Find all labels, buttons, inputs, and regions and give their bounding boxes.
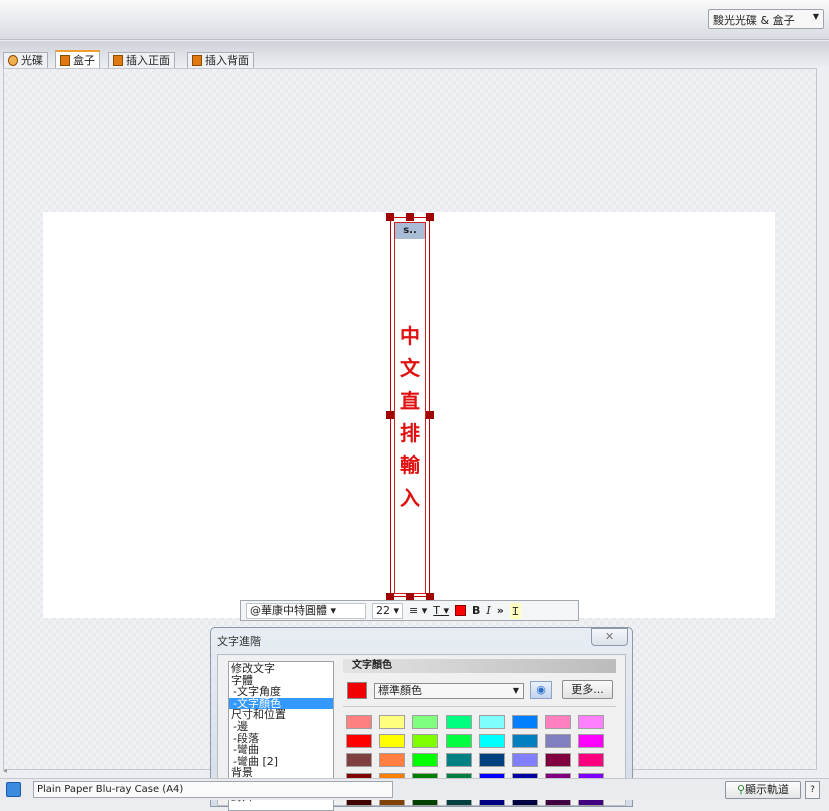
text-box-label: s.. [395,223,425,239]
box-icon [60,54,70,66]
more-colors-button[interactable]: 更多... [562,680,613,699]
palette-select[interactable]: 標準顏色 ▼ [374,683,524,699]
resize-handle[interactable] [386,411,394,419]
text-color-button[interactable] [455,605,467,616]
color-swatch[interactable] [512,715,538,729]
color-swatch[interactable] [545,715,572,729]
current-color-swatch [347,682,367,699]
font-size-value: 22 [376,603,390,617]
top-bar: 黢光光碟 & 盒子 ▼ [0,0,829,40]
color-swatch[interactable] [512,753,538,767]
disc-icon [8,55,18,66]
color-swatch[interactable] [445,734,472,748]
palette-value: 標準顏色 [378,684,422,697]
insert-back-icon [192,55,202,66]
italic-button[interactable]: I [486,604,490,617]
more-button[interactable]: » [497,604,504,617]
resize-handle[interactable] [426,411,434,419]
tree-item[interactable]: 修改文字 [229,663,333,675]
color-swatch[interactable] [346,734,372,748]
resize-handle[interactable] [406,213,414,221]
color-swatch[interactable] [379,753,406,767]
tab-label: 插入背面 [205,54,249,67]
track-icon: ⚲ [736,783,746,796]
color-swatch[interactable] [512,734,538,748]
close-button[interactable]: ✕ [591,628,628,646]
font-value: @華康中特圓體 [250,603,327,617]
tab-box[interactable]: 盒子 [55,50,100,68]
palette-icon[interactable]: ◉ [530,681,552,699]
tab-label: 光碟 [21,54,43,67]
tab-insert-front[interactable]: 插入正面 [108,52,175,68]
status-bar: Plain Paper Blu-ray Case (A4) ⚲顯示軌道 ? [0,778,829,800]
color-swatch[interactable] [445,715,472,729]
help-icon[interactable]: ? [805,781,820,799]
show-track-label: 顯示軌道 [745,783,790,796]
chevron-down-icon: ▼ [512,686,519,695]
color-swatch[interactable] [545,734,572,748]
resize-handle[interactable] [386,213,394,221]
format-toolbar: @華康中特圓體 ▾ 22 ▾ ≡ ▾ T ▾ B I » Ｉ [240,600,579,621]
back-arrow-icon[interactable] [6,782,21,797]
tab-disc[interactable]: 光碟 [3,52,48,68]
preset-dropdown[interactable]: 黢光光碟 & 盒子 ▼ [708,9,824,29]
horizontal-scrollbar[interactable]: ◂ [3,766,817,776]
vertical-text-char: 輸 [400,453,420,478]
align-icon[interactable]: ≡ ▾ [409,604,427,617]
color-swatch[interactable] [478,753,505,767]
bold-button[interactable]: B [472,604,480,617]
color-swatch[interactable] [379,715,406,729]
color-swatch[interactable] [346,753,372,767]
resize-handle[interactable] [426,213,434,221]
show-track-button[interactable]: ⚲顯示軌道 [725,781,801,799]
color-swatch[interactable] [578,753,605,767]
chevron-down-icon: ▼ [812,12,819,21]
vertical-text-char: 直 [400,388,420,413]
color-swatch[interactable] [412,734,439,748]
font-size-select[interactable]: 22 ▾ [372,602,404,619]
tab-insert-back[interactable]: 插入背面 [187,52,254,68]
color-swatch[interactable] [578,734,605,748]
tree-item[interactable]: -彎曲 [229,744,333,756]
insert-front-icon [113,55,123,66]
text-style-icon[interactable]: T ▾ [433,604,449,617]
color-swatch[interactable] [478,715,505,729]
tab-strip: 光碟 盒子 插入正面 插入背面 [0,41,829,68]
vertical-text-char: 中 [400,324,420,348]
dialog-title: 文字進階 [217,635,261,648]
divider [343,706,616,707]
layout-field[interactable]: Plain Paper Blu-ray Case (A4) [33,781,393,798]
color-swatch[interactable] [545,753,572,767]
color-swatch[interactable] [412,715,439,729]
color-swatch[interactable] [578,715,605,729]
color-swatch[interactable] [379,734,406,748]
color-swatch[interactable] [412,753,439,767]
tab-label: 盒子 [73,53,95,67]
tree-item[interactable]: -邊 [229,721,333,733]
text-cursor-icon[interactable]: Ｉ [509,602,521,619]
vertical-text-char: 排 [400,420,420,445]
color-swatch[interactable] [346,715,372,729]
color-swatch[interactable] [445,753,472,767]
tab-label: 插入正面 [126,54,170,67]
section-header: 文字顏色 [343,659,616,673]
font-select[interactable]: @華康中特圓體 ▾ [246,602,366,619]
color-swatch[interactable] [478,734,505,748]
vertical-text-char: 入 [400,485,420,510]
preset-value: 黢光光碟 & 盒子 [713,14,795,27]
vertical-text-char: 文 [400,356,420,381]
